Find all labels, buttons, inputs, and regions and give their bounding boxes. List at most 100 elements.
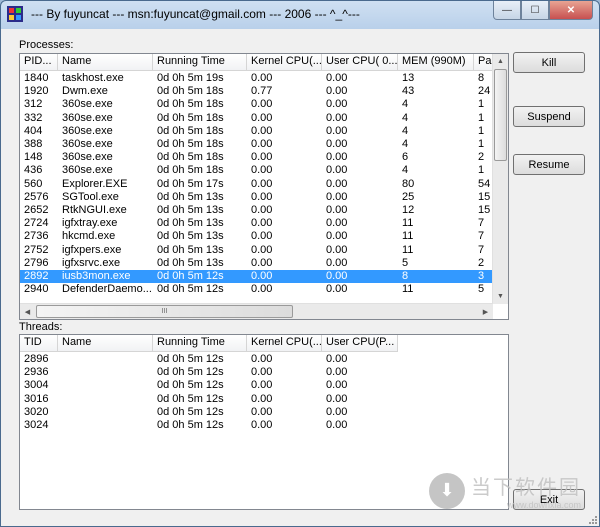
thread-row[interactable]: 3020 0d 0h 5m 12s 0.00 0.00 <box>20 406 398 419</box>
table-cell: 0d 0h 5m 12s <box>157 379 224 392</box>
thread-row[interactable]: 2896 0d 0h 5m 12s 0.00 0.00 <box>20 353 398 366</box>
table-cell: 0.00 <box>251 111 273 124</box>
table-cell: 0.00 <box>251 366 273 379</box>
window-title: --- By fuyuncat --- msn:fuyuncat@gmail.c… <box>31 7 360 21</box>
table-cell: 0d 0h 5m 13s <box>157 217 224 230</box>
table-cell: 0.77 <box>251 85 273 98</box>
table-cell: 2576 <box>24 190 49 203</box>
table-cell: 0.00 <box>251 419 273 431</box>
process-row[interactable]: 388 360se.exe 0d 0h 5m 18s 0.00 0.00 4 1 <box>20 138 494 151</box>
table-cell: 0.00 <box>251 256 273 269</box>
processes-hscroll-thumb[interactable]: III <box>36 305 293 318</box>
process-row[interactable]: 2892 iusb3mon.exe 0d 0h 5m 12s 0.00 0.00 8 3 <box>20 270 494 283</box>
table-cell: 436 <box>24 164 43 177</box>
scroll-up-icon[interactable]: ▲ <box>493 54 508 69</box>
client-area: Processes: PID... Name Running Time Kernel … <box>8 29 592 519</box>
table-cell: 3 <box>478 270 485 282</box>
table-cell: 0d 0h 5m 13s <box>157 190 224 203</box>
column-header[interactable]: MEM (990M) <box>398 54 474 70</box>
table-cell: 0.00 <box>251 217 273 230</box>
resize-grip-icon[interactable] <box>587 514 597 524</box>
table-cell: 0d 0h 5m 13s <box>157 243 224 256</box>
watermark-text: 当下软件园 www.downxia.com <box>471 471 581 510</box>
minimize-button[interactable]: — <box>493 1 521 20</box>
table-cell: 4 <box>402 124 409 137</box>
thread-row[interactable]: 3016 0d 0h 5m 12s 0.00 0.00 <box>20 393 398 406</box>
column-header[interactable]: Kernel CPU(... <box>247 335 322 351</box>
table-cell: 0.00 <box>326 379 348 392</box>
resume-button[interactable]: Resume <box>513 154 585 175</box>
table-cell: 0.00 <box>326 366 348 379</box>
thread-row[interactable]: 2936 0d 0h 5m 12s 0.00 0.00 <box>20 366 398 379</box>
thread-row[interactable]: 3004 0d 0h 5m 12s 0.00 0.00 <box>20 379 398 392</box>
process-row[interactable]: 2652 RtkNGUI.exe 0d 0h 5m 13s 0.00 0.00 12 15 <box>20 204 494 217</box>
table-cell: 0d 0h 5m 13s <box>157 256 224 269</box>
process-row[interactable]: 436 360se.exe 0d 0h 5m 18s 0.00 0.00 4 1 <box>20 164 494 177</box>
process-row[interactable]: 2940 DefenderDaemo... 0d 0h 5m 12s 0.00 0.00… <box>20 283 494 296</box>
suspend-button[interactable]: Suspend <box>513 106 585 127</box>
table-cell: 388 <box>24 138 43 150</box>
column-header[interactable]: Name <box>58 335 153 351</box>
table-cell: 5 <box>478 283 485 296</box>
table-cell: 7 <box>478 217 485 230</box>
scroll-left-icon[interactable]: ◀ <box>20 304 35 319</box>
process-row[interactable]: 2796 igfxsrvc.exe 0d 0h 5m 13s 0.00 0.00 5 2 <box>20 257 494 270</box>
column-header[interactable]: Running Time <box>153 335 247 351</box>
process-row[interactable]: 312 360se.exe 0d 0h 5m 18s 0.00 0.00 4 1 <box>20 98 494 111</box>
table-cell: 332 <box>24 111 43 124</box>
column-header[interactable]: PID... <box>20 54 58 70</box>
processes-list[interactable]: PID... Name Running Time Kernel CPU(... User… <box>19 53 509 320</box>
table-cell: igfxsrvc.exe <box>62 256 121 269</box>
process-row[interactable]: 1920 Dwm.exe 0d 0h 5m 18s 0.77 0.00 43 24 <box>20 85 494 98</box>
table-cell: 3004 <box>24 379 49 392</box>
kill-button[interactable]: Kill <box>513 52 585 73</box>
process-row[interactable]: 2736 hkcmd.exe 0d 0h 5m 13s 0.00 0.00 11 7 <box>20 230 494 243</box>
maximize-button[interactable]: ☐ <box>521 1 549 20</box>
table-cell: 13 <box>402 72 415 84</box>
table-cell: 0d 0h 5m 12s <box>157 353 224 365</box>
processes-hscrollbar[interactable]: ◀ III ▶ <box>20 303 493 319</box>
thread-row[interactable]: 3024 0d 0h 5m 12s 0.00 0.00 <box>20 419 398 432</box>
scroll-down-icon[interactable]: ▼ <box>493 289 508 304</box>
column-header[interactable]: Pa <box>474 54 494 70</box>
table-cell: 3024 <box>24 419 49 431</box>
processes-vscrollbar[interactable]: ▲ ▼ <box>492 54 508 304</box>
process-row[interactable]: 332 360se.exe 0d 0h 5m 18s 0.00 0.00 4 1 <box>20 112 494 125</box>
column-header[interactable]: TID <box>20 335 58 351</box>
minimize-icon: — <box>502 4 512 16</box>
table-cell: 0.00 <box>251 283 273 296</box>
process-row[interactable]: 2752 igfxpers.exe 0d 0h 5m 13s 0.00 0.00 11 7 <box>20 244 494 257</box>
close-button[interactable]: ✕ <box>549 1 593 20</box>
column-header[interactable]: Name <box>58 54 153 70</box>
process-row[interactable]: 2576 SGTool.exe 0d 0h 5m 13s 0.00 0.00 25 15 <box>20 191 494 204</box>
column-header[interactable]: Running Time <box>153 54 247 70</box>
table-cell: 0.00 <box>326 256 348 269</box>
table-cell: 5 <box>402 256 409 269</box>
process-row[interactable]: 1840 taskhost.exe 0d 0h 5m 19s 0.00 0.00 13 8 <box>20 72 494 85</box>
table-cell: 0d 0h 5m 12s <box>157 270 224 282</box>
table-cell: 0.00 <box>251 243 273 256</box>
processes-vscroll-thumb[interactable] <box>494 69 507 161</box>
table-cell: 0.00 <box>251 164 273 177</box>
watermark: ⬇ 当下软件园 www.downxia.com <box>429 471 581 510</box>
table-cell: 7 <box>478 243 485 256</box>
scroll-right-icon[interactable]: ▶ <box>478 304 493 319</box>
table-cell: 148 <box>24 151 43 164</box>
column-header[interactable]: Kernel CPU(... <box>247 54 322 70</box>
table-cell: 2736 <box>24 230 49 243</box>
table-cell: iusb3mon.exe <box>62 270 131 282</box>
table-cell: 0d 0h 5m 13s <box>157 230 224 243</box>
table-cell: 0.00 <box>326 270 348 282</box>
title-bar[interactable]: --- By fuyuncat --- msn:fuyuncat@gmail.c… <box>1 1 599 29</box>
process-row[interactable]: 560 Explorer.EXE 0d 0h 5m 17s 0.00 0.00 80 54 <box>20 178 494 191</box>
process-row[interactable]: 148 360se.exe 0d 0h 5m 18s 0.00 0.00 6 2 <box>20 151 494 164</box>
column-header[interactable]: User CPU( 0... <box>322 54 398 70</box>
table-cell: 2940 <box>24 283 49 296</box>
processes-header: PID... Name Running Time Kernel CPU(... User… <box>20 54 494 71</box>
table-cell: 0.00 <box>326 217 348 230</box>
table-cell: taskhost.exe <box>62 72 124 84</box>
table-cell: 0.00 <box>326 138 348 150</box>
process-row[interactable]: 404 360se.exe 0d 0h 5m 18s 0.00 0.00 4 1 <box>20 125 494 138</box>
process-row[interactable]: 2724 igfxtray.exe 0d 0h 5m 13s 0.00 0.00 11 7 <box>20 217 494 230</box>
column-header[interactable]: User CPU(P... <box>322 335 398 351</box>
